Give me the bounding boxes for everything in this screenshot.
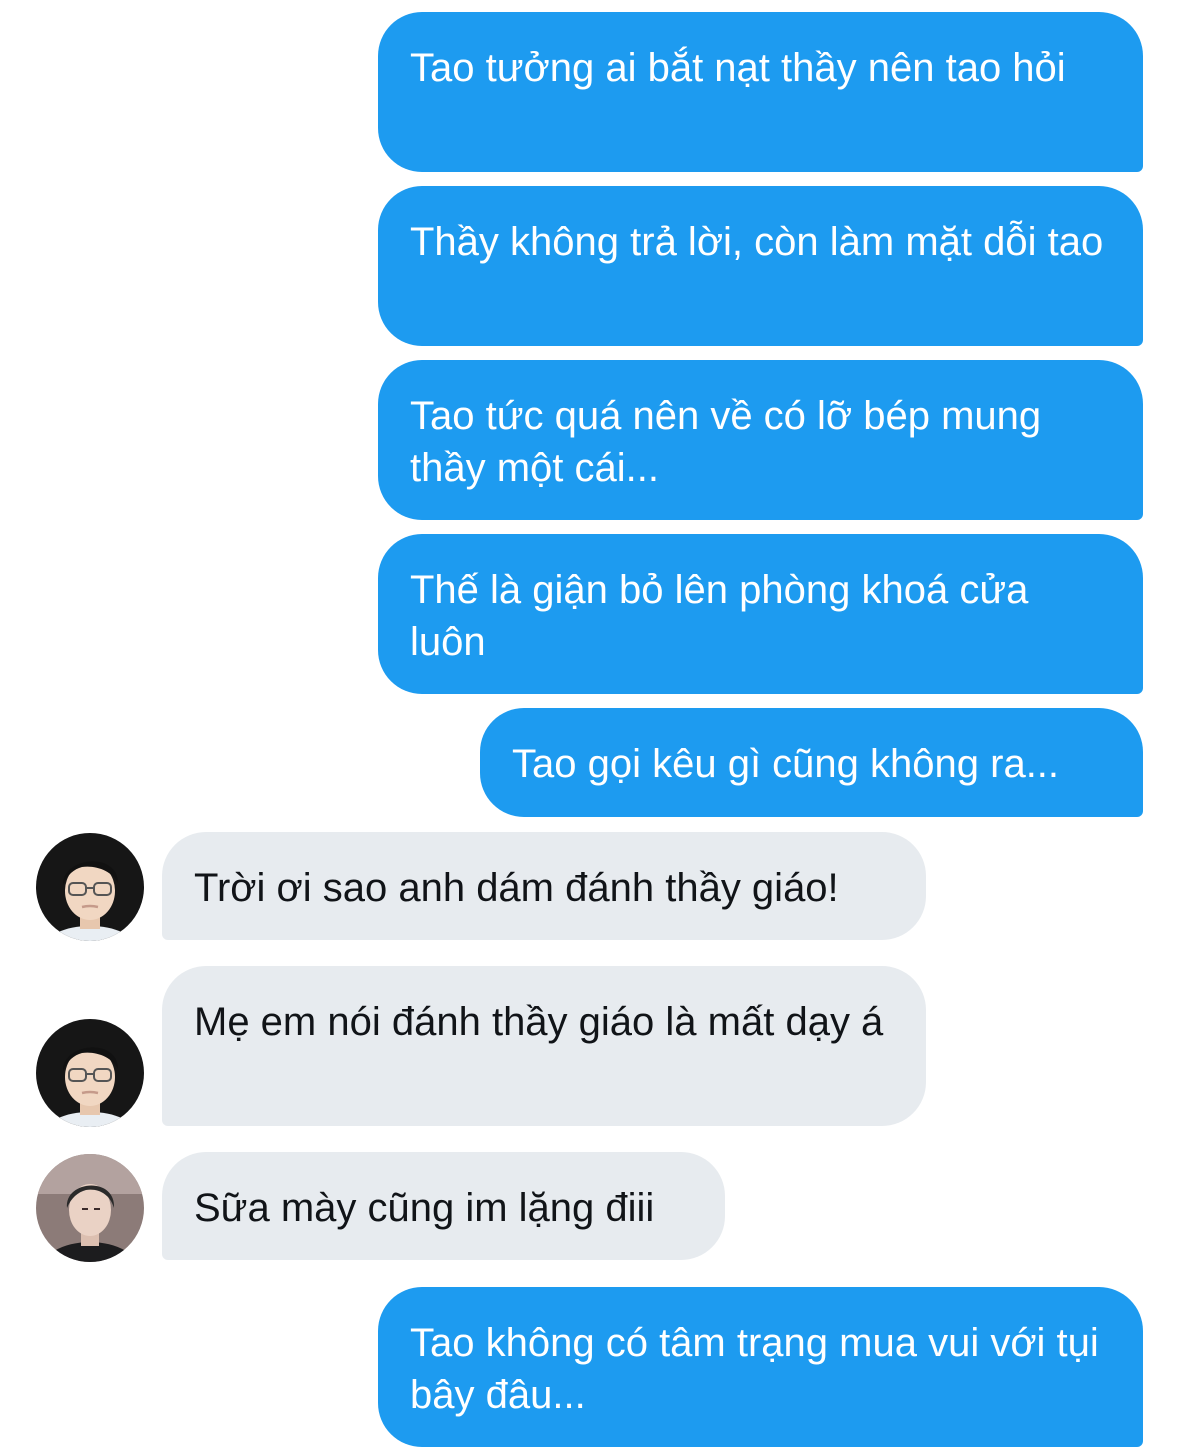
avatar-photo-icon	[36, 1019, 144, 1127]
outgoing-message-bubble[interactable]: Thế là giận bỏ lên phòng khoá cửa luôn	[378, 534, 1143, 694]
outgoing-message-bubble[interactable]: Tao không có tâm trạng mua vui với tụi b…	[378, 1287, 1143, 1447]
sender-avatar[interactable]	[36, 833, 144, 941]
sender-avatar[interactable]	[36, 1019, 144, 1127]
incoming-message-bubble[interactable]: Mẹ em nói đánh thầy giáo là mất dạy á	[162, 966, 926, 1126]
avatar-photo-icon	[36, 833, 144, 941]
outgoing-message-bubble[interactable]: Thầy không trả lời, còn làm mặt dỗi tao	[378, 186, 1143, 346]
incoming-message-bubble[interactable]: Trời ơi sao anh dám đánh thầy giáo!	[162, 832, 926, 940]
outgoing-message-bubble[interactable]: Tao tức quá nên về có lỡ bép mung thầy m…	[378, 360, 1143, 520]
incoming-message-bubble[interactable]: Sữa mày cũng im lặng điii	[162, 1152, 725, 1260]
outgoing-message-bubble[interactable]: Tao gọi kêu gì cũng không ra...	[480, 708, 1143, 817]
sender-avatar[interactable]	[36, 1154, 144, 1262]
outgoing-message-bubble[interactable]: Tao tưởng ai bắt nạt thầy nên tao hỏi	[378, 12, 1143, 172]
avatar-photo-icon	[36, 1154, 144, 1262]
